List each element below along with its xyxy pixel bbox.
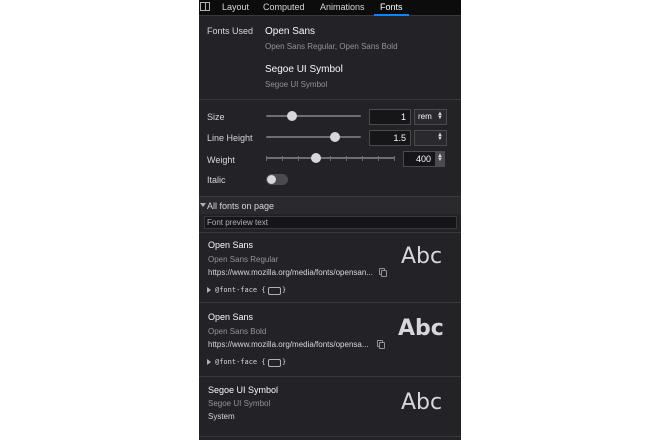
divider [199, 302, 461, 303]
font-name: Segoe UI Symbol [208, 385, 279, 395]
brace-close: } [282, 358, 287, 366]
all-fonts-title: All fonts on page [207, 201, 275, 211]
copy-icon[interactable] [377, 340, 385, 349]
fonts-panel: Layout Computed Animations Fonts Fonts U… [199, 0, 461, 440]
size-label: Size [207, 112, 225, 122]
collapsed-rule-icon[interactable] [268, 359, 281, 367]
expand-arrow-icon[interactable] [207, 287, 211, 293]
font-group-styles: Open Sans Regular, Open Sans Bold [265, 42, 398, 51]
line-height-slider-track[interactable] [266, 136, 361, 138]
font-name: Open Sans [208, 240, 254, 250]
line-height-input[interactable]: 1.5 [369, 130, 411, 146]
size-input[interactable]: 1 [369, 109, 411, 125]
font-group-styles: Segoe UI Symbol [265, 80, 328, 89]
expand-arrow-icon [200, 203, 206, 207]
font-face-rule: @font-face { [215, 286, 266, 294]
weight-tick [282, 156, 283, 161]
font-style: Open Sans Bold [208, 327, 267, 336]
tab-layout[interactable]: Layout [222, 0, 249, 15]
tab-computed[interactable]: Computed [263, 0, 305, 15]
expand-arrow-icon[interactable] [207, 359, 211, 365]
font-face-rule: @font-face { [215, 358, 266, 366]
italic-toggle-knob [267, 175, 276, 184]
line-height-label: Line Height [207, 133, 253, 143]
weight-input[interactable]: 400 [403, 151, 436, 167]
unit-select-arrows-icon: ▲ ▼ [437, 132, 443, 142]
font-style: Segoe UI Symbol [208, 399, 271, 408]
font-group-name: Open Sans [265, 26, 316, 37]
stepper-arrows-icon: ▲ ▼ [437, 153, 443, 163]
brace-close: } [282, 286, 287, 294]
weight-tick [378, 156, 379, 161]
weight-label: Weight [207, 155, 235, 165]
size-unit-value: rem [418, 112, 432, 121]
preview-text-value: Font preview text [207, 218, 268, 227]
collapsed-rule-icon[interactable] [268, 287, 281, 295]
font-preview: Abc [398, 316, 444, 341]
divider [199, 436, 461, 437]
weight-tick [394, 156, 395, 161]
divider [199, 99, 461, 100]
font-style: Open Sans Regular [208, 255, 279, 264]
unit-select-arrows-icon: ▲ ▼ [437, 111, 443, 121]
font-preview: Abc [401, 244, 443, 269]
line-height-slider-thumb[interactable] [330, 132, 340, 142]
font-url[interactable]: https://www.mozilla.org/media/fonts/open… [208, 340, 369, 349]
divider [199, 232, 461, 233]
weight-tick [298, 156, 299, 161]
tab-animations[interactable]: Animations [320, 0, 365, 15]
copy-icon[interactable] [379, 268, 387, 277]
weight-tick [266, 156, 267, 161]
sidebar-toggle-icon[interactable] [200, 2, 210, 11]
size-slider-thumb[interactable] [287, 111, 297, 121]
font-name: Open Sans [208, 312, 254, 322]
weight-tick [330, 156, 331, 161]
font-source: System [208, 412, 235, 421]
font-url[interactable]: https://www.mozilla.org/media/fonts/open… [208, 268, 373, 277]
tab-fonts[interactable]: Fonts [374, 0, 408, 16]
divider [199, 376, 461, 377]
font-group-name: Segoe UI Symbol [265, 64, 343, 75]
size-slider-track[interactable] [266, 115, 361, 117]
weight-tick [362, 156, 363, 161]
italic-label: Italic [207, 175, 226, 185]
font-preview: Abc [401, 390, 443, 415]
weight-slider-thumb[interactable] [311, 153, 321, 163]
weight-tick [346, 156, 347, 161]
fonts-used-label: Fonts Used [207, 26, 254, 36]
